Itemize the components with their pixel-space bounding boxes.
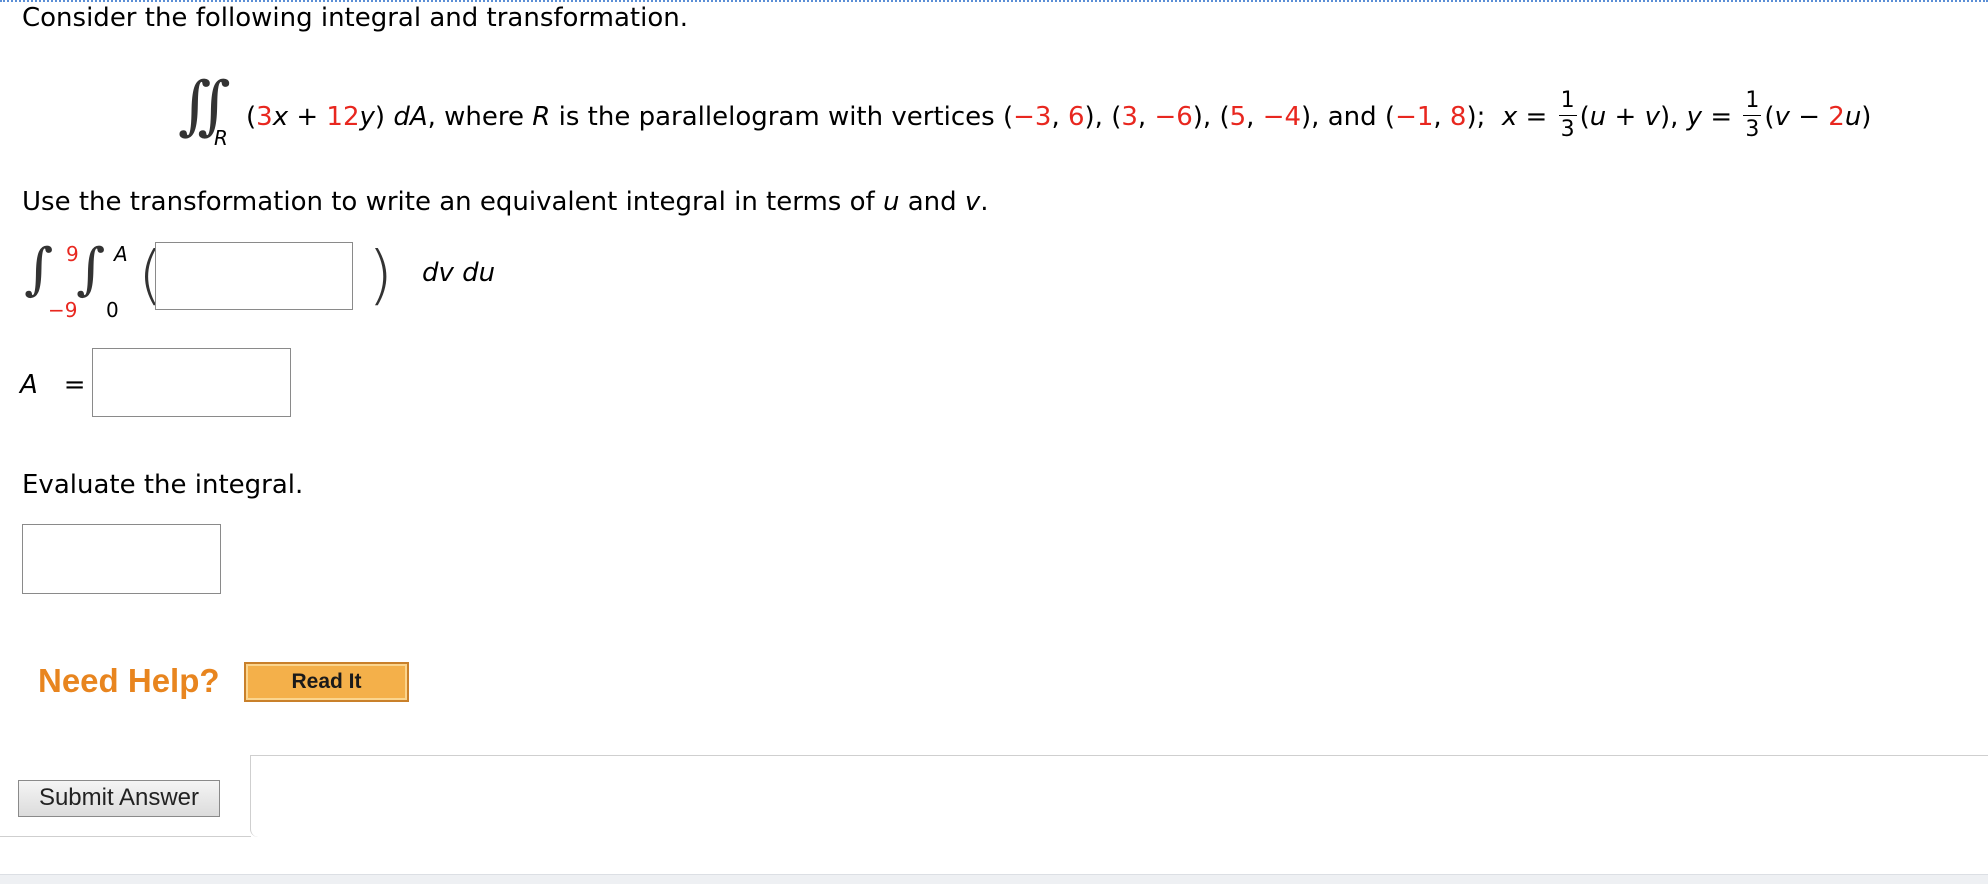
vertex-coord: 3: [1121, 102, 1138, 132]
vertex-2: (3, −6),: [1111, 102, 1212, 132]
minus: −: [1789, 102, 1829, 132]
instruction-text: Use the transformation to write an equiv…: [22, 187, 989, 217]
evaluate-label: Evaluate the integral.: [22, 470, 304, 500]
outer-lower-value: −9: [48, 298, 78, 322]
plus: +: [288, 102, 327, 132]
y-equals: y: [1686, 102, 1703, 132]
vertex-coord: 6: [1067, 102, 1085, 132]
var-v: v: [1644, 102, 1660, 132]
fraction-one-third: 13: [1743, 90, 1762, 142]
given-integral: ∫∫ R (3x + 12y) dA, where R is the paral…: [170, 70, 1960, 160]
vertex-3: (5, −4),: [1219, 102, 1320, 132]
vertex-1: (−3, 6),: [1002, 102, 1103, 132]
close-paren: ): [368, 239, 393, 313]
a-field-label: A =: [20, 370, 86, 400]
and-text: and: [899, 187, 965, 217]
period: .: [980, 187, 989, 217]
paren: ): [374, 102, 386, 132]
inner-integral-sign: ∫: [76, 237, 106, 302]
vertex-coord: −3: [1013, 102, 1052, 132]
var-v: v: [964, 187, 981, 217]
need-help-label: Need Help?: [38, 662, 220, 699]
var-v: v: [1774, 102, 1790, 132]
region-subscript: R: [214, 126, 228, 150]
inner-upper-limit: A: [114, 242, 128, 266]
top-dotted-border: [0, 0, 1988, 2]
equals: =: [1517, 102, 1556, 132]
differentials: dv du: [422, 258, 496, 288]
coefficient-y: 12: [326, 102, 360, 132]
var-x: x: [272, 102, 289, 132]
question-page: Consider the following integral and tran…: [0, 0, 1988, 884]
given-expression: (3x + 12y) dA, where R is the parallelog…: [246, 88, 1872, 142]
uv-integral: ∫ 9 −9 ∫ A 0 ( ) dv du: [22, 238, 502, 328]
fraction-one-third: 13: [1558, 90, 1577, 142]
dA: dA: [393, 102, 428, 132]
outer-lower-limit: −9: [48, 298, 77, 322]
coefficient-x: 3: [256, 102, 273, 132]
fraction-denominator: 3: [1560, 117, 1575, 142]
vertex-coord: −4: [1262, 102, 1302, 132]
submit-answer-button[interactable]: Submit Answer: [18, 780, 220, 817]
fraction-denominator: 3: [1745, 117, 1760, 142]
question-intro: Consider the following integral and tran…: [22, 3, 688, 33]
coefficient-2: 2: [1828, 102, 1845, 132]
outer-integral-sign: ∫: [24, 237, 54, 302]
region-R: R: [532, 102, 551, 132]
integrand-input[interactable]: [155, 242, 353, 310]
where-text: , where: [427, 102, 533, 132]
submit-area-border: [250, 755, 1988, 837]
equals: =: [1702, 102, 1741, 132]
var-u: u: [1844, 102, 1862, 132]
vertex-coord: −1: [1395, 102, 1434, 132]
a-symbol: A: [20, 370, 38, 400]
paren: (: [246, 102, 257, 132]
var-u: u: [1589, 102, 1607, 132]
vertex-coord: 5: [1229, 102, 1247, 132]
read-it-button[interactable]: Read It: [244, 662, 409, 702]
vertex-coord: 8: [1449, 102, 1467, 132]
inner-lower-limit: 0: [106, 298, 119, 322]
instruction-prefix: Use the transformation to write an equiv…: [22, 187, 883, 217]
var-u: u: [882, 187, 900, 217]
fraction-numerator: 1: [1558, 90, 1577, 116]
double-integral-sign: ∫∫: [178, 69, 231, 143]
plus: +: [1606, 102, 1645, 132]
var-y: y: [359, 102, 375, 132]
parallelogram-text: is the parallelogram with vertices: [550, 102, 1003, 132]
fraction-numerator: 1: [1743, 90, 1762, 116]
evaluate-input[interactable]: [22, 524, 221, 594]
bottom-strip: [0, 874, 1988, 884]
submit-area-bottom-border: [0, 836, 251, 837]
vertex-4: (−1, 8);: [1384, 102, 1486, 132]
and-text: and: [1327, 102, 1385, 132]
x-equals: x: [1501, 102, 1518, 132]
equals: =: [63, 370, 86, 400]
a-input[interactable]: [92, 348, 291, 417]
vertex-coord: −6: [1154, 102, 1193, 132]
